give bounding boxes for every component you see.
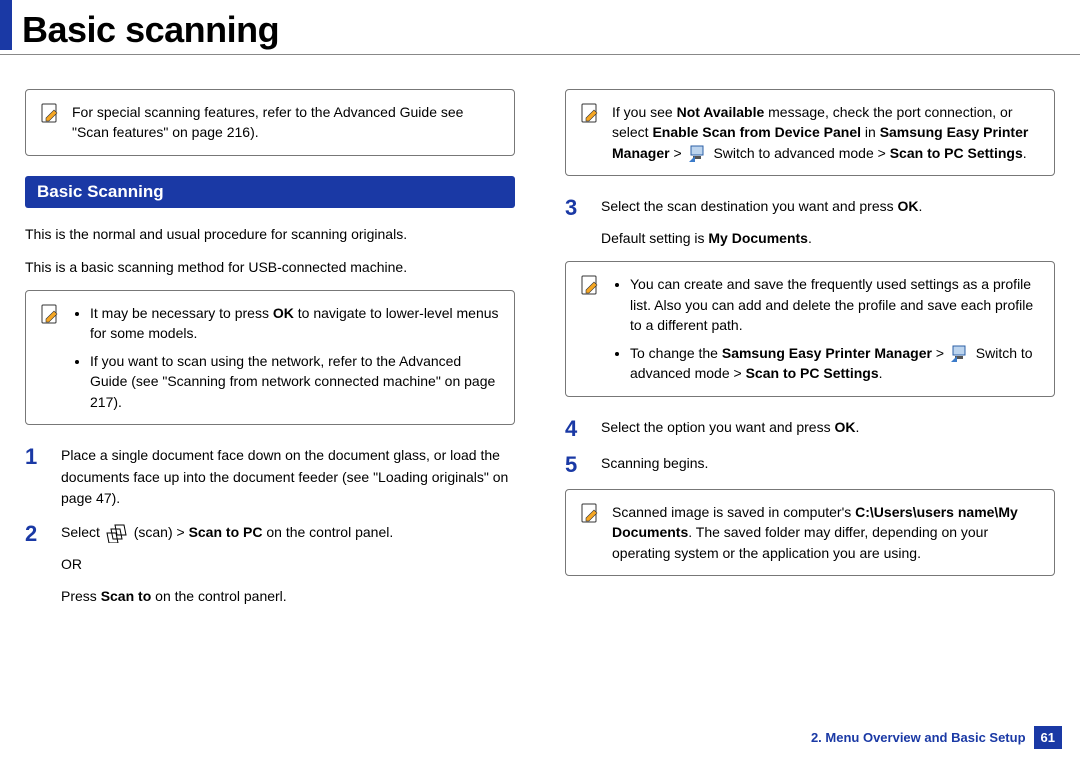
note-box: For special scanning features, refer to … — [25, 89, 515, 156]
step-line: Press Scan to on the control panerl. — [61, 586, 515, 608]
body-paragraph: This is a basic scanning method for USB-… — [25, 257, 515, 278]
title-accent-block — [0, 0, 12, 50]
step-item: 4 Select the option you want and press O… — [565, 417, 1055, 441]
page-title: Basic scanning — [22, 12, 279, 50]
step-body: Place a single document face down on the… — [61, 445, 515, 510]
step-number: 3 — [565, 196, 585, 249]
left-column: For special scanning features, refer to … — [25, 79, 515, 619]
footer-chapter: 2. Menu Overview and Basic Setup — [811, 730, 1026, 745]
step-line: Select (scan) > Scan to PC on the contro… — [61, 522, 515, 544]
right-column: If you see Not Available message, check … — [565, 79, 1055, 619]
page-footer: 2. Menu Overview and Basic Setup 61 — [811, 726, 1062, 749]
step-line: Select the option you want and press OK. — [601, 417, 1055, 439]
note-icon — [580, 274, 600, 298]
step-line: Default setting is My Documents. — [601, 228, 1055, 250]
step-line: Scanning begins. — [601, 453, 1055, 475]
note-text: If you see Not Available message, check … — [612, 102, 1040, 163]
note-icon — [40, 303, 60, 327]
step-number: 2 — [25, 522, 45, 607]
step-item: 1 Place a single document face down on t… — [25, 445, 515, 510]
note-list-item: It may be necessary to press OK to navig… — [90, 303, 500, 344]
printer-manager-icon — [688, 145, 708, 163]
note-text: Scanned image is saved in computer's C:\… — [612, 502, 1040, 563]
note-box: Scanned image is saved in computer's C:\… — [565, 489, 1055, 576]
note-text: For special scanning features, refer to … — [72, 102, 500, 143]
note-list-item: You can create and save the frequently u… — [630, 274, 1040, 335]
title-bar: Basic scanning — [0, 0, 1080, 55]
note-box: You can create and save the frequently u… — [565, 261, 1055, 396]
note-list-item: To change the Samsung Easy Printer Manag… — [630, 343, 1040, 384]
step-number: 1 — [25, 445, 45, 510]
step-item: 3 Select the scan destination you want a… — [565, 196, 1055, 249]
step-number: 4 — [565, 417, 585, 441]
step-number: 5 — [565, 453, 585, 477]
step-item: 5 Scanning begins. — [565, 453, 1055, 477]
scan-icon — [106, 523, 128, 543]
note-icon — [580, 502, 600, 526]
footer-page-number: 61 — [1034, 726, 1062, 749]
note-box: It may be necessary to press OK to navig… — [25, 290, 515, 425]
step-or: OR — [61, 554, 515, 576]
printer-manager-icon — [950, 345, 970, 363]
section-heading: Basic Scanning — [25, 176, 515, 208]
step-item: 2 Select (scan) > Scan to PC on the cont… — [25, 522, 515, 607]
note-box: If you see Not Available message, check … — [565, 89, 1055, 176]
note-icon — [580, 102, 600, 126]
step-line: Select the scan destination you want and… — [601, 196, 1055, 218]
content-columns: For special scanning features, refer to … — [0, 79, 1080, 619]
note-list-item: If you want to scan using the network, r… — [90, 351, 500, 412]
body-paragraph: This is the normal and usual procedure f… — [25, 224, 515, 245]
note-icon — [40, 102, 60, 126]
